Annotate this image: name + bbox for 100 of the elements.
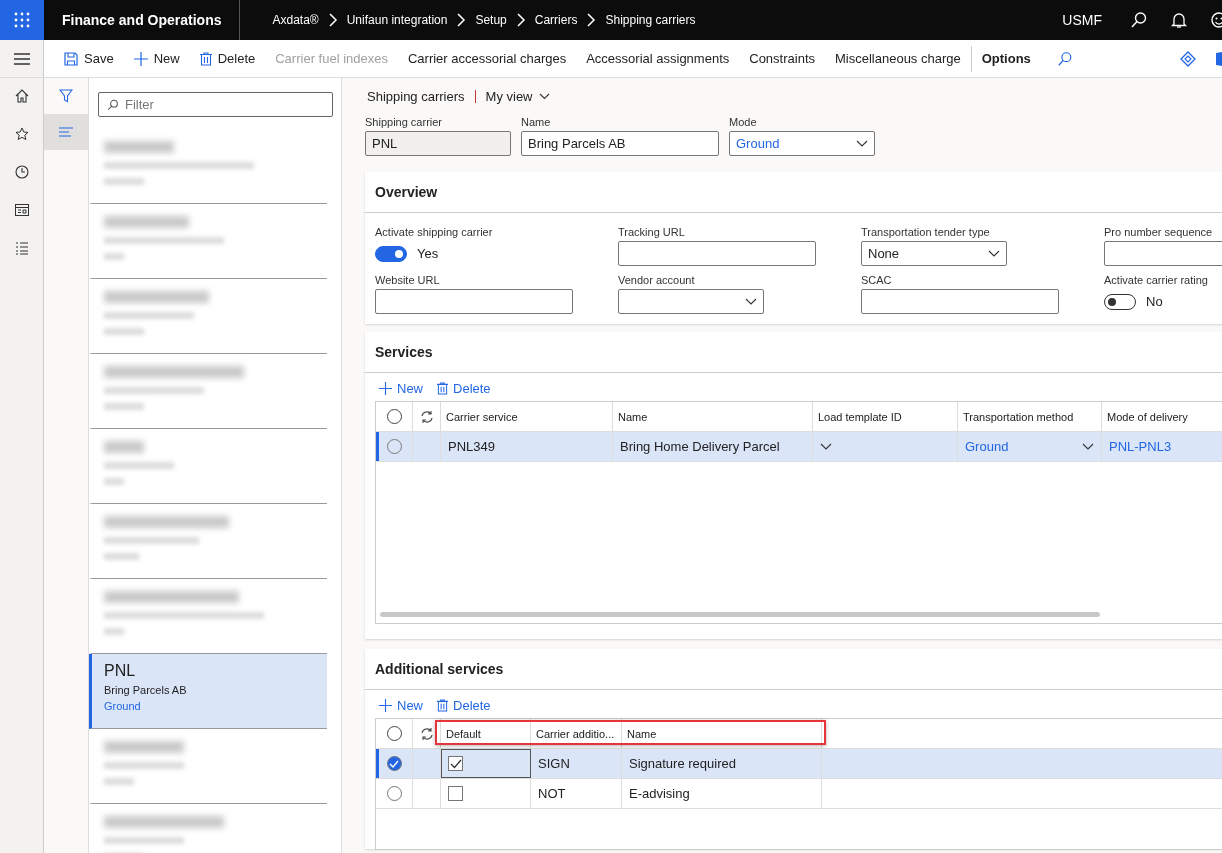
text-field[interactable]	[375, 289, 573, 314]
column-header[interactable]: Load template ID	[813, 402, 958, 431]
checkbox[interactable]	[448, 786, 463, 801]
section-title[interactable]: Overview	[365, 172, 1222, 213]
field-label: Pro number sequence	[1104, 226, 1214, 238]
company-label[interactable]: USMF	[1062, 12, 1102, 28]
column-header[interactable]: Transportation method	[958, 402, 1102, 431]
refresh-icon[interactable]	[419, 726, 434, 741]
field-label: Vendor account	[618, 274, 696, 286]
item-subtitle: Bring Parcels AB	[104, 684, 188, 696]
trash-icon	[199, 51, 212, 66]
star-icon[interactable]	[14, 127, 29, 141]
column-header[interactable]: Name	[613, 402, 813, 431]
action-button[interactable]: Carrier accessorial charges	[397, 40, 577, 77]
waffle-icon	[14, 12, 30, 28]
action-button[interactable]: Delete	[189, 40, 266, 77]
text-field[interactable]	[618, 241, 816, 266]
field-label: Mode	[729, 116, 758, 128]
home-icon[interactable]	[14, 89, 29, 103]
horizontal-scrollbar[interactable]	[380, 612, 1100, 617]
lines-icon	[59, 126, 73, 138]
search-icon[interactable]	[1130, 11, 1148, 29]
breadcrumb-link[interactable]: Carriers	[534, 13, 578, 27]
plus-icon	[379, 699, 392, 712]
table-cell: Signature required	[622, 749, 822, 778]
field-label: Website URL	[375, 274, 441, 286]
search-icon	[107, 99, 119, 111]
grid-row[interactable]: NOT E-advising	[376, 779, 1222, 809]
breadcrumb-link[interactable]: Shipping carriers	[605, 13, 696, 27]
item-mode: Ground	[104, 700, 142, 712]
chevron-down-icon	[538, 93, 550, 100]
dropdown-cell[interactable]: Ground	[958, 432, 1102, 461]
row-select-radio[interactable]	[386, 756, 402, 771]
plus-icon	[379, 382, 392, 395]
chevron-icon	[327, 13, 338, 27]
diamond-icon[interactable]	[1180, 50, 1196, 67]
chevron-icon	[456, 13, 467, 27]
trash-icon	[437, 382, 448, 395]
text-field[interactable]	[861, 289, 1059, 314]
section-title[interactable]: Services	[365, 332, 1222, 373]
toolbar-button[interactable]: New	[379, 698, 423, 713]
grid-row[interactable]: PNL349 Bring Home Delivery Parcel Ground PNL-PNL3	[376, 432, 1222, 462]
page-title: Shipping carriers	[367, 89, 465, 104]
field-label: Activate carrier rating	[1104, 274, 1209, 286]
table-cell-link[interactable]: PNL-PNL3	[1102, 432, 1222, 461]
chevron-icon	[586, 13, 597, 27]
save-icon	[64, 51, 78, 66]
filter-field[interactable]: Filter	[98, 92, 333, 117]
table-cell: SIGN	[531, 749, 622, 778]
toggle-value: Yes	[417, 246, 439, 261]
column-header[interactable]: Carrier additio...	[531, 719, 622, 748]
toolbar-button[interactable]: New	[379, 381, 423, 396]
column-header[interactable]: Carrier service	[441, 402, 613, 431]
toggle-switch[interactable]	[1104, 293, 1136, 310]
table-cell: Bring Home Delivery Parcel	[613, 432, 813, 461]
view-selector[interactable]: My view	[485, 89, 550, 104]
section-title[interactable]: Additional services	[365, 649, 1222, 690]
text-field[interactable]: Bring Parcels AB	[521, 131, 719, 156]
readonly-field: PNL	[365, 131, 511, 156]
dropdown-field[interactable]: None	[861, 241, 1007, 266]
action-button[interactable]: New	[123, 40, 190, 77]
app-launcher-button[interactable]	[0, 0, 44, 40]
column-header[interactable]: Default	[441, 719, 531, 748]
toggle-value: No	[1146, 294, 1163, 309]
field-label: Activate shipping carrier	[375, 226, 494, 238]
refresh-icon[interactable]	[419, 409, 434, 424]
action-button[interactable]: Accessorial assignments	[576, 40, 740, 77]
breadcrumb-link[interactable]: Axdata®	[272, 13, 319, 27]
field-label: SCAC	[861, 274, 893, 286]
column-header[interactable]: Mode of delivery	[1102, 402, 1222, 431]
workspace-icon[interactable]	[14, 203, 29, 217]
toggle-switch[interactable]	[375, 245, 407, 262]
chevron-down-icon	[820, 443, 832, 450]
action-button[interactable]: Miscellaneous charge	[825, 40, 971, 77]
action-button[interactable]: Save	[54, 40, 124, 77]
breadcrumb-link[interactable]: Setup	[475, 13, 507, 27]
chevron-down-icon	[745, 298, 757, 305]
options-tab[interactable]: Options	[971, 40, 1041, 77]
checkbox[interactable]	[448, 756, 463, 771]
toolbar-button[interactable]: Delete	[437, 698, 491, 713]
field-label: Tracking URL	[618, 226, 686, 238]
table-cell: NOT	[531, 779, 622, 808]
plus-icon	[133, 51, 148, 66]
field-label: Name	[521, 116, 552, 128]
clock-icon[interactable]	[14, 165, 29, 179]
menu-icon[interactable]	[13, 51, 30, 66]
field-label: Shipping carrier	[365, 116, 444, 128]
action-button[interactable]: Constraints	[739, 40, 825, 77]
grid-row[interactable]: SIGN Signature required	[376, 749, 1222, 779]
chevron-down-icon	[856, 140, 868, 147]
toolbar-button[interactable]: Delete	[437, 381, 491, 396]
item-title: PNL	[104, 662, 137, 680]
column-header[interactable]: Name	[622, 719, 822, 748]
list-icon[interactable]	[14, 241, 29, 255]
dropdown-field[interactable]	[618, 289, 764, 314]
breadcrumb-link[interactable]: Unifaun integration	[346, 13, 448, 27]
bell-icon[interactable]	[1170, 11, 1188, 29]
chevron-down-icon	[1082, 443, 1094, 450]
dropdown-field[interactable]: Ground	[729, 131, 875, 156]
list-item[interactable]: PNL Bring Parcels AB Ground	[89, 654, 327, 729]
